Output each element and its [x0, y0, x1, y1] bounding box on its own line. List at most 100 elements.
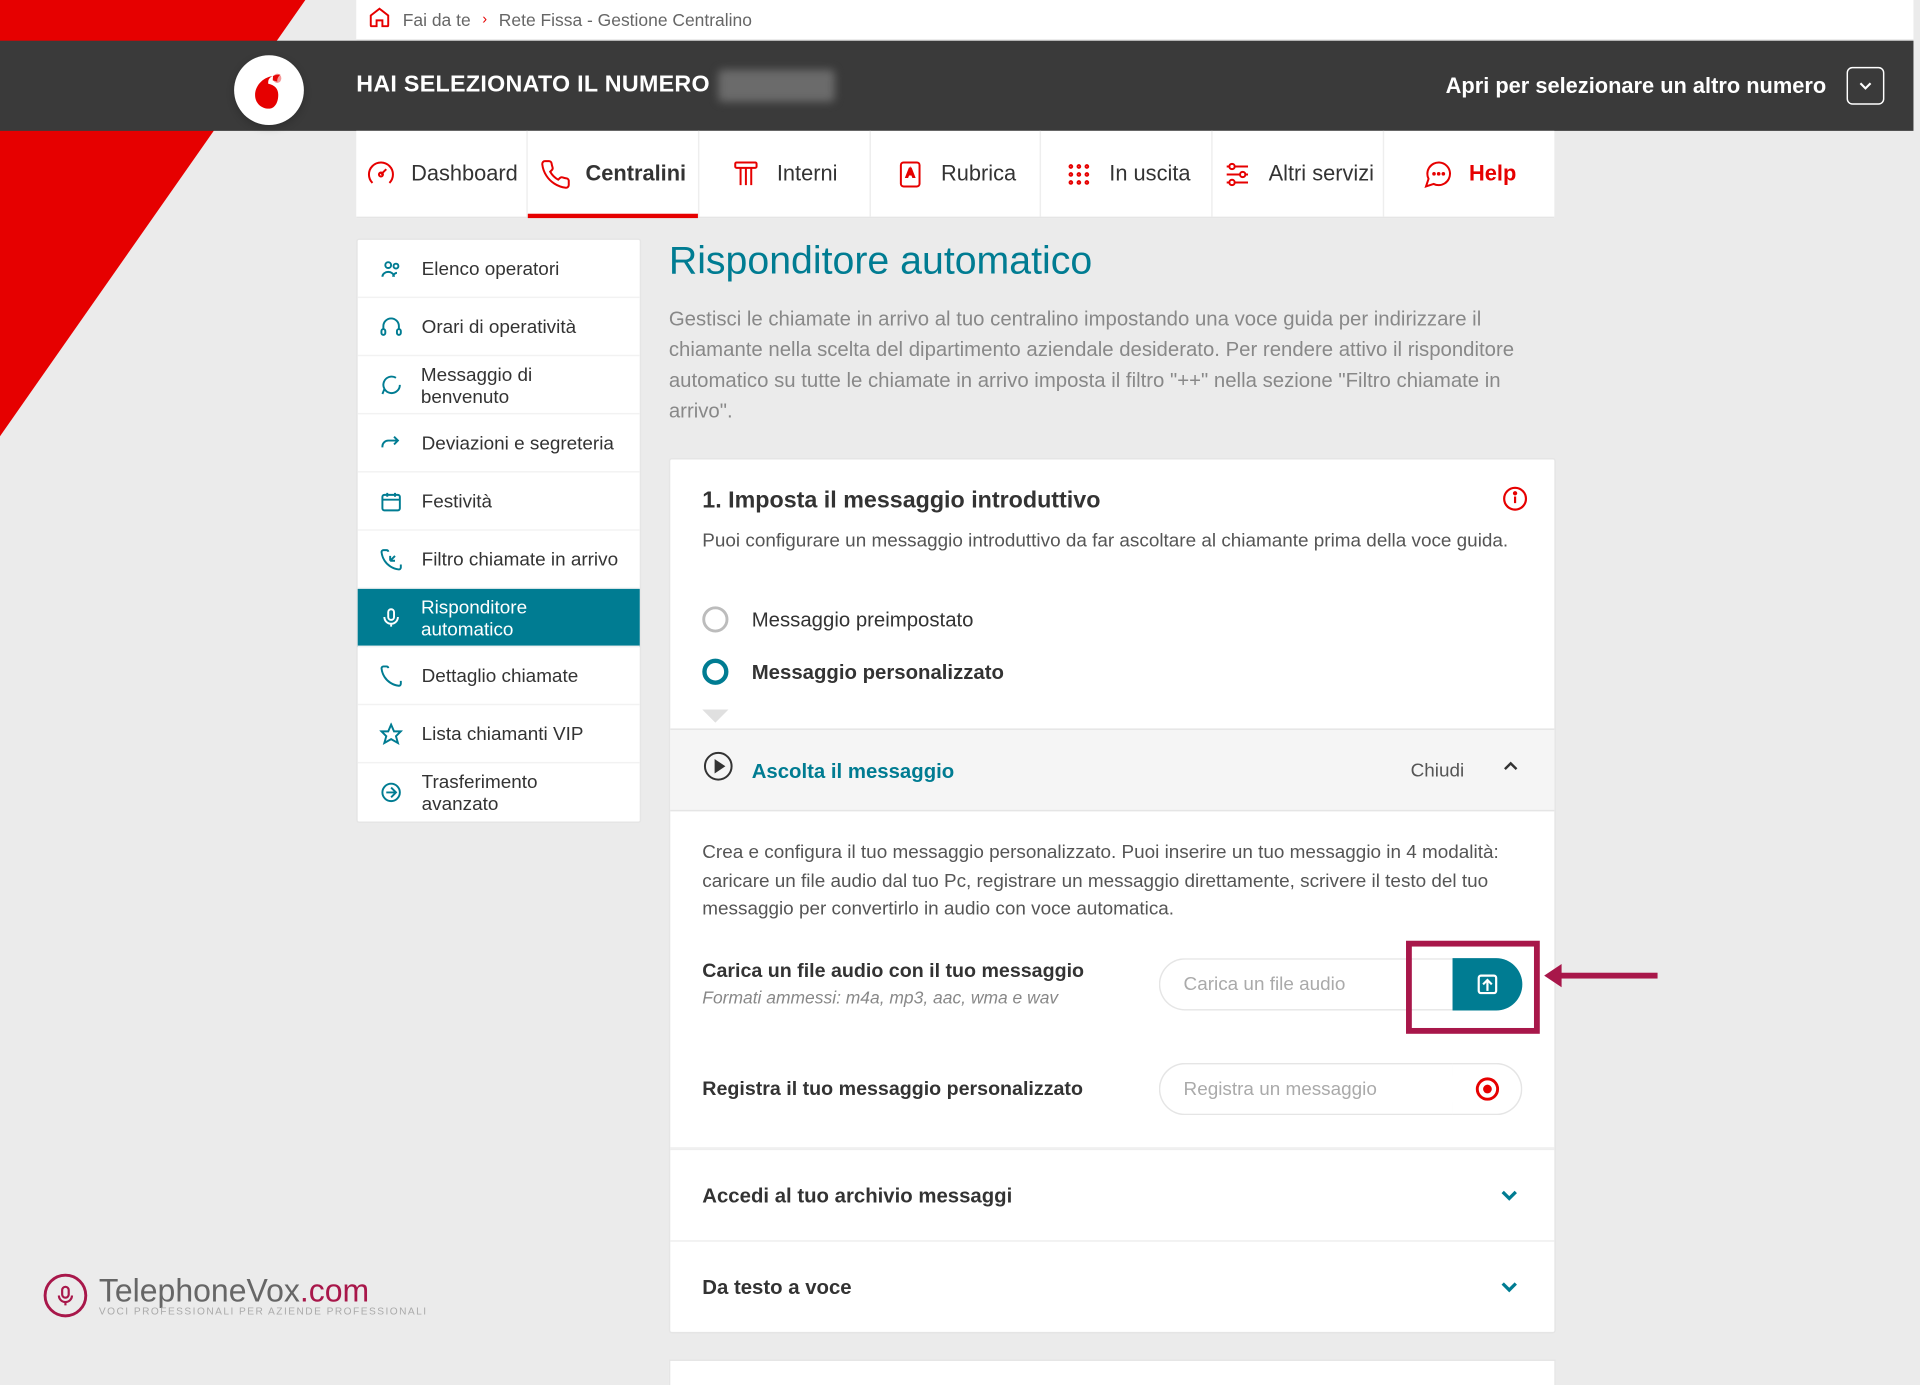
step1-card: 1. Imposta il messaggio introduttivo Puo…: [669, 458, 1556, 1333]
chevron-right-icon: ›: [482, 12, 487, 28]
watermark-icon: [44, 1273, 88, 1317]
record-message-input[interactable]: Registra un messaggio: [1159, 1062, 1453, 1114]
sidebar-item-vip[interactable]: Lista chiamanti VIP: [358, 705, 640, 763]
watermark-tagline: VOCI PROFESSIONALI PER AZIENDE PROFESSIO…: [99, 1307, 428, 1317]
extensions-icon: [730, 158, 762, 190]
main-nav: Dashboard Centralini Interni A Rubrica I…: [356, 131, 1554, 218]
sidebar-item-label: Dettaglio chiamate: [422, 664, 579, 686]
sidebar-item-orari[interactable]: Orari di operatività: [358, 298, 640, 356]
transfer-icon: [378, 779, 404, 805]
chevron-down-icon: [1496, 1181, 1522, 1207]
sidebar-item-trasferimento[interactable]: Trasferimento avanzato: [358, 763, 640, 821]
vodafone-logo: [234, 55, 304, 125]
nav-rubrica[interactable]: A Rubrica: [870, 131, 1041, 217]
accordion-label: Da testo a voce: [702, 1274, 851, 1297]
step1-subtitle: Puoi configurare un messaggio introdutti…: [702, 529, 1522, 551]
nav-centralini[interactable]: Centralini: [528, 131, 699, 217]
next-card-preview: [669, 1359, 1556, 1385]
custom-message-intro: Crea e configura il tuo messaggio person…: [702, 838, 1522, 923]
nav-help[interactable]: Help: [1384, 131, 1554, 217]
upload-label: Carica un file audio con il tuo messaggi…: [702, 960, 1084, 982]
close-label[interactable]: Chiudi: [1411, 759, 1465, 781]
radio-label: Messaggio personalizzato: [752, 660, 1004, 683]
breadcrumb: Fai da te › Rete Fissa - Gestione Centra…: [356, 0, 1913, 41]
sidebar-item-label: Lista chiamanti VIP: [422, 723, 584, 745]
sidebar-item-deviazioni[interactable]: Deviazioni e segreteria: [358, 414, 640, 472]
incoming-call-icon: [378, 546, 404, 572]
open-selector-button[interactable]: [1847, 67, 1885, 105]
breadcrumb-page[interactable]: Rete Fissa - Gestione Centralino: [499, 9, 752, 29]
nav-label: In uscita: [1109, 161, 1190, 186]
nav-label: Rubrica: [941, 161, 1016, 186]
upload-button[interactable]: [1453, 957, 1523, 1009]
phone-system-icon: [539, 158, 571, 190]
record-button[interactable]: [1453, 1062, 1523, 1114]
star-icon: [378, 720, 404, 746]
headset-icon: [378, 313, 404, 339]
nav-dashboard[interactable]: Dashboard: [356, 131, 527, 217]
nav-uscita[interactable]: In uscita: [1042, 131, 1213, 217]
page-title: Risponditore automatico: [669, 238, 1556, 283]
record-label: Registra il tuo messaggio personalizzato: [702, 1077, 1083, 1099]
watermark-brand: TelephoneVox.com: [99, 1272, 369, 1308]
mic-icon: [378, 604, 403, 630]
sidebar-item-filtro-chiamate[interactable]: Filtro chiamate in arrivo: [358, 531, 640, 589]
sidebar-item-risponditore[interactable]: Risponditore automatico: [358, 589, 640, 647]
services-icon: [1222, 158, 1254, 190]
accordion-label: Accedi al tuo archivio messaggi: [702, 1183, 1012, 1206]
sidebar-item-elenco-operatori[interactable]: Elenco operatori: [358, 240, 640, 298]
sidebar-item-dettaglio[interactable]: Dettaglio chiamate: [358, 647, 640, 705]
forward-call-icon: [378, 430, 404, 456]
sidebar-item-label: Trasferimento avanzato: [422, 771, 620, 815]
record-icon: [1475, 1077, 1498, 1100]
home-icon[interactable]: [368, 6, 391, 34]
calendar-icon: [378, 488, 404, 514]
call-detail-icon: [378, 662, 404, 688]
accordion-tts[interactable]: Da testo a voce: [670, 1240, 1554, 1332]
nav-label: Altri servizi: [1269, 161, 1374, 186]
nav-label: Help: [1469, 161, 1516, 186]
sidebar-item-label: Risponditore automatico: [421, 595, 619, 639]
sidebar-item-festivita[interactable]: Festività: [358, 473, 640, 531]
listen-label: Ascolta il messaggio: [752, 758, 1393, 781]
outgoing-icon: [1063, 158, 1095, 190]
sidebar-item-label: Messaggio di benvenuto: [421, 363, 620, 407]
sidebar-item-benvenuto[interactable]: Messaggio di benvenuto: [358, 356, 640, 414]
sidebar-item-label: Orari di operatività: [422, 316, 576, 338]
radio-preimpostato[interactable]: [702, 606, 728, 632]
selected-number-label: HAI SELEZIONATO IL NUMERO: [356, 73, 710, 99]
watermark: TelephoneVox.com VOCI PROFESSIONALI PER …: [44, 1272, 428, 1317]
svg-text:A: A: [906, 165, 914, 179]
upload-file-input[interactable]: Carica un file audio: [1159, 957, 1453, 1009]
sidebar-item-label: Filtro chiamate in arrivo: [422, 548, 618, 570]
accordion-archivio[interactable]: Accedi al tuo archivio messaggi: [670, 1148, 1554, 1240]
sidebar-item-label: Elenco operatori: [422, 257, 560, 279]
page-description: Gestisci le chiamate in arrivo al tuo ce…: [669, 304, 1556, 426]
radio-label: Messaggio preimpostato: [752, 608, 974, 631]
upload-icon: [1474, 971, 1500, 997]
radio-personalizzato[interactable]: [702, 659, 728, 685]
users-icon: [378, 255, 404, 281]
nav-label: Dashboard: [411, 161, 518, 186]
step1-title: 1. Imposta il messaggio introduttivo: [702, 489, 1522, 515]
info-icon[interactable]: [1502, 486, 1528, 512]
nav-label: Centralini: [586, 161, 687, 186]
chevron-down-icon: [1496, 1273, 1522, 1299]
upload-formats: Formati ammessi: m4a, mp3, aac, wma e wa…: [702, 987, 1084, 1007]
nav-altri-servizi[interactable]: Altri servizi: [1213, 131, 1384, 217]
open-selector-label: Apri per selezionare un altro numero: [1446, 73, 1827, 98]
breadcrumb-home[interactable]: Fai da te: [403, 9, 471, 29]
chevron-down-icon: [1855, 76, 1875, 96]
nav-interni[interactable]: Interni: [699, 131, 870, 217]
nav-label: Interni: [777, 161, 838, 186]
play-button[interactable]: [702, 750, 734, 789]
listen-panel-header: Ascolta il messaggio Chiudi: [670, 728, 1554, 811]
contacts-icon: A: [894, 158, 926, 190]
settings-sidebar: Elenco operatori Orari di operatività Me…: [356, 238, 641, 823]
message-icon: [378, 371, 403, 397]
sidebar-item-label: Deviazioni e segreteria: [422, 432, 614, 454]
sidebar-item-label: Festività: [422, 490, 492, 512]
chevron-up-icon[interactable]: [1499, 755, 1522, 786]
selected-number-value-masked: [719, 70, 835, 102]
gauge-icon: [365, 158, 397, 190]
